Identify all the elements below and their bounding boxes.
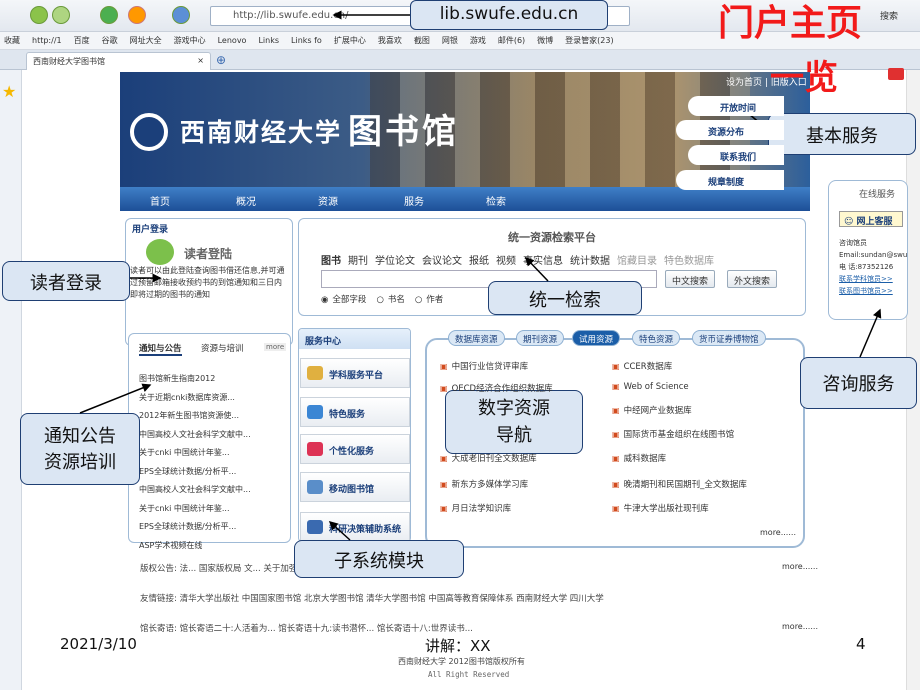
slide-date: 2021/3/10 xyxy=(60,635,137,653)
db-item-right[interactable]: 牛津大学出版社现刊库 xyxy=(612,502,709,514)
db-item-right[interactable]: 中经网产业数据库 xyxy=(612,404,692,416)
db-item-left[interactable]: OECD经济合作组织数据库 xyxy=(440,382,553,394)
service-link[interactable]: 规章制度 xyxy=(676,170,784,190)
db-item-left[interactable]: 新东方多媒体学习库 xyxy=(440,478,529,490)
db-item-right[interactable]: 晚清期刊和民国期刊_全文数据库 xyxy=(612,478,747,490)
db-item-right[interactable]: 威科数据库 xyxy=(612,452,667,464)
service-link[interactable]: 联系我们 xyxy=(688,145,784,165)
service-link[interactable]: 开放时间 xyxy=(688,96,784,116)
db-item-right[interactable]: CCER数据库 xyxy=(612,360,673,372)
slide-speaker: 讲解：XX xyxy=(425,637,491,655)
db-item-right[interactable]: Web of Science xyxy=(612,382,689,392)
db-item-left[interactable]: 中国行业信贷评审库 xyxy=(440,360,529,372)
slide-page: 4 xyxy=(856,635,866,653)
service-link[interactable]: 资源分布 xyxy=(676,120,784,140)
db-item-left[interactable]: 月日法学知识库 xyxy=(440,502,512,514)
db-item-right[interactable]: 国际货币基金组织在线图书馆 xyxy=(612,428,735,440)
db-item-left[interactable]: 大成老旧刊全文数据库 xyxy=(440,452,537,464)
